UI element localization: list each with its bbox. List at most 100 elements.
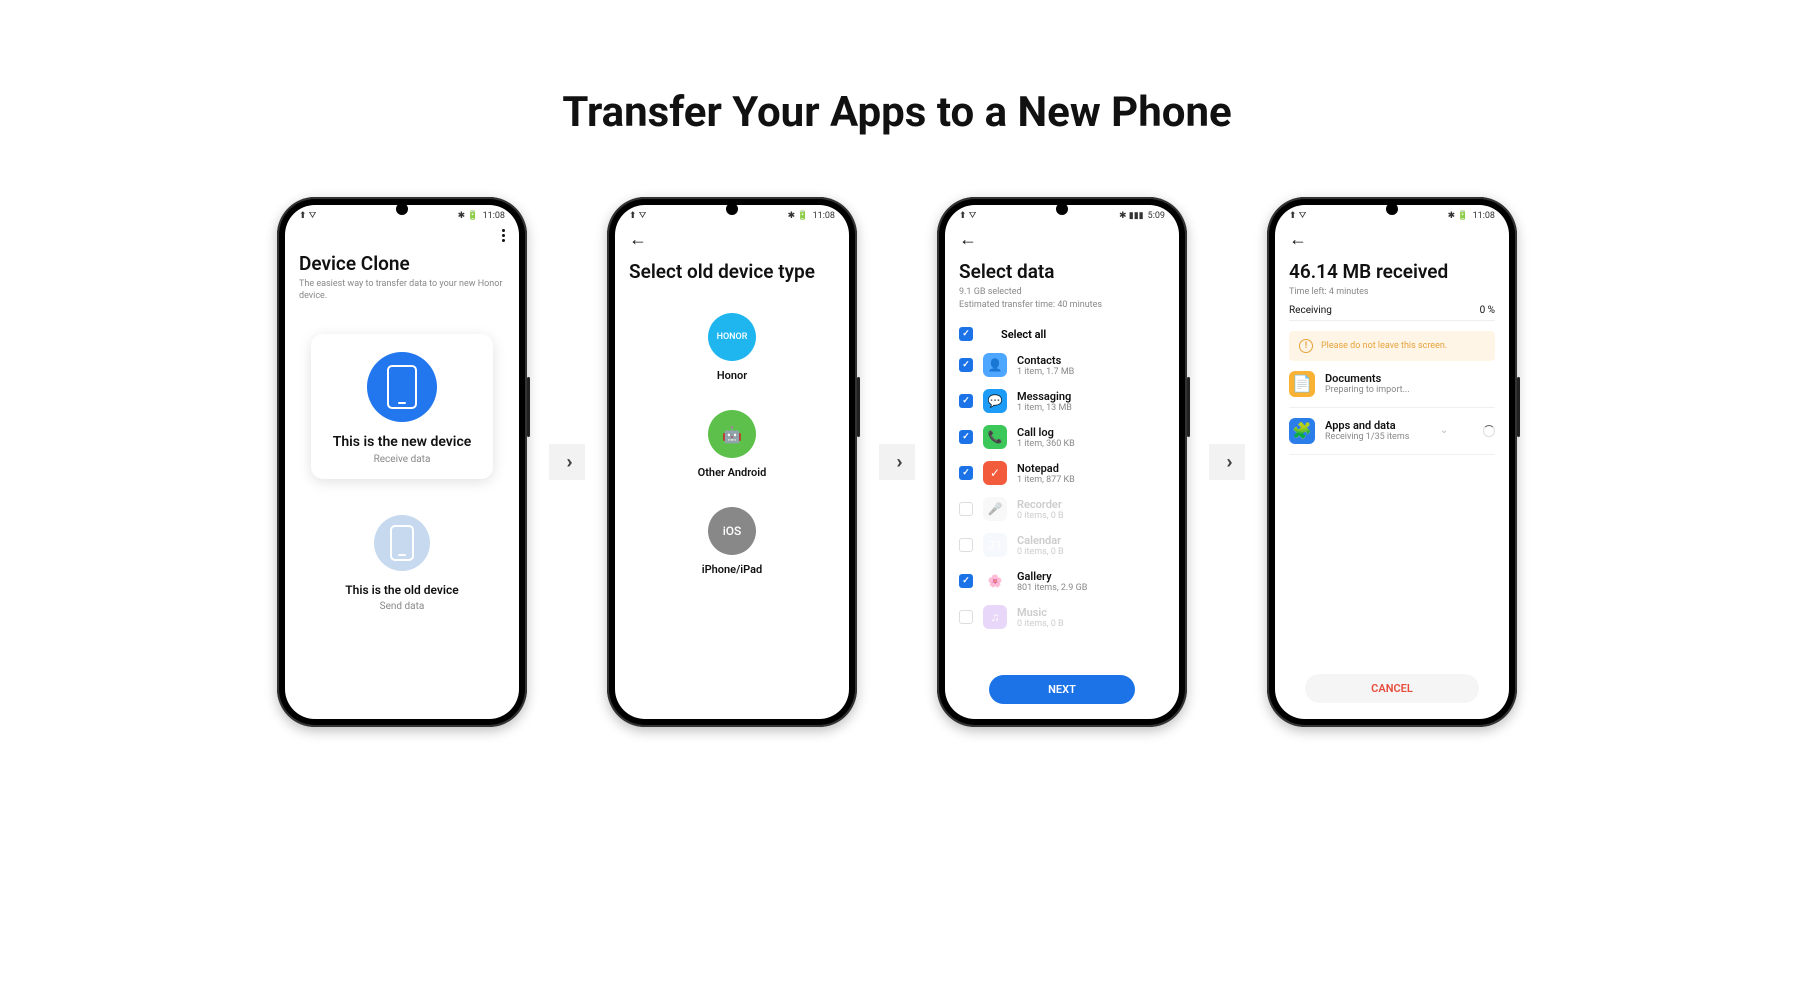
item-detail: 0 items, 0 B xyxy=(1017,511,1064,521)
item-name: Recorder xyxy=(1017,498,1064,511)
screen3-size: 9.1 GB selected xyxy=(959,287,1165,299)
new-device-sub: Receive data xyxy=(321,454,483,465)
item-detail: 1 item, 360 KB xyxy=(1017,439,1075,449)
cancel-button[interactable]: CANCEL xyxy=(1305,674,1479,703)
list-item[interactable]: 31 Calendar 0 items, 0 B xyxy=(959,527,1165,563)
item-name: Music xyxy=(1017,606,1064,619)
item-name: Apps and data xyxy=(1325,419,1409,432)
new-device-card[interactable]: This is the new device Receive data xyxy=(311,334,493,479)
app-icon: ♫ xyxy=(983,605,1007,629)
screen2-title: Select old device type xyxy=(629,260,835,283)
app-icon: 👤 xyxy=(983,353,1007,377)
warning-icon: ! xyxy=(1299,339,1313,353)
phone-frame-3: ⬆ ⛛ ✱ ▮▮▮ 5:09 ← Select data 9.1 GB sele… xyxy=(937,197,1187,727)
back-icon[interactable]: ← xyxy=(959,229,977,250)
select-all-label: Select all xyxy=(1001,328,1046,341)
item-detail: 0 items, 0 B xyxy=(1017,619,1064,629)
app-icon: 🌸 xyxy=(983,569,1007,593)
checkbox[interactable] xyxy=(959,502,973,516)
page-title: Transfer Your Apps to a New Phone xyxy=(0,0,1794,137)
checkbox[interactable] xyxy=(959,574,973,588)
warning-text: Please do not leave this screen. xyxy=(1321,341,1447,351)
arrow-icon: ››› xyxy=(1209,444,1245,480)
ios-label: iPhone/iPad xyxy=(629,563,835,576)
receiving-item[interactable]: 📄 Documents Preparing to import... xyxy=(1289,361,1495,408)
phone-frame-4: ⬆ ⛛ ✱ 🔋 11:08 ← 46.14 MB received Time l… xyxy=(1267,197,1517,727)
receiving-item[interactable]: 🧩 Apps and data Receiving 1/35 items ⌄ xyxy=(1289,408,1495,455)
item-name: Messaging xyxy=(1017,390,1072,403)
old-device-sub: Send data xyxy=(299,601,505,612)
item-name: Documents xyxy=(1325,372,1410,385)
item-name: Gallery xyxy=(1017,570,1087,583)
screen-4: ⬆ ⛛ ✱ 🔋 11:08 ← 46.14 MB received Time l… xyxy=(1275,205,1509,719)
checkbox[interactable] xyxy=(959,610,973,624)
next-button[interactable]: NEXT xyxy=(989,675,1135,704)
list-item[interactable]: 🌸 Gallery 801 items, 2.9 GB xyxy=(959,563,1165,599)
screen1-subtitle: The easiest way to transfer data to your… xyxy=(299,279,505,302)
old-device-icon xyxy=(374,515,430,571)
screen-2: ⬆ ⛛ ✱ 🔋 11:08 ← Select old device type H… xyxy=(615,205,849,719)
back-icon[interactable]: ← xyxy=(1289,229,1307,250)
screen4-timeleft: Time left: 4 minutes xyxy=(1289,287,1495,299)
new-device-icon xyxy=(367,352,437,422)
item-detail: Receiving 1/35 items xyxy=(1325,432,1409,442)
ios-icon: iOS xyxy=(708,507,756,555)
list-item[interactable]: 📞 Call log 1 item, 360 KB xyxy=(959,419,1165,455)
receiving-label: Receiving xyxy=(1289,305,1332,316)
list-item[interactable]: 💬 Messaging 1 item, 13 MB xyxy=(959,383,1165,419)
honor-icon: HONOR xyxy=(708,313,756,361)
app-icon: 📞 xyxy=(983,425,1007,449)
warning-banner: ! Please do not leave this screen. xyxy=(1289,331,1495,361)
phone-frame-1: ⬆ ⛛ ✱ 🔋 11:08 Device Clone The easiest w… xyxy=(277,197,527,727)
back-icon[interactable]: ← xyxy=(629,229,647,250)
list-item[interactable]: 🎤 Recorder 0 items, 0 B xyxy=(959,491,1165,527)
honor-label: Honor xyxy=(629,369,835,382)
more-menu-icon[interactable] xyxy=(502,229,505,242)
list-item[interactable]: ✓ Notepad 1 item, 877 KB xyxy=(959,455,1165,491)
screen-1: ⬆ ⛛ ✱ 🔋 11:08 Device Clone The easiest w… xyxy=(285,205,519,719)
item-name: Notepad xyxy=(1017,462,1075,475)
camera-notch xyxy=(396,203,408,215)
item-detail: 801 items, 2.9 GB xyxy=(1017,583,1087,593)
device-option-honor[interactable]: HONOR Honor xyxy=(629,313,835,382)
app-icon: 🎤 xyxy=(983,497,1007,521)
item-detail: 1 item, 877 KB xyxy=(1017,475,1075,485)
new-device-title: This is the new device xyxy=(321,434,483,450)
old-device-title: This is the old device xyxy=(299,583,505,597)
phone-row: ⬆ ⛛ ✱ 🔋 11:08 Device Clone The easiest w… xyxy=(0,197,1794,727)
checkbox[interactable] xyxy=(959,394,973,408)
list-item[interactable]: ♫ Music 0 items, 0 B xyxy=(959,599,1165,635)
android-icon: 🤖 xyxy=(708,410,756,458)
item-detail: 1 item, 1.7 MB xyxy=(1017,367,1074,377)
data-list: 👤 Contacts 1 item, 1.7 MB 💬 Messaging 1 … xyxy=(959,347,1165,667)
checkbox[interactable] xyxy=(959,466,973,480)
checkbox[interactable] xyxy=(959,538,973,552)
item-name: Call log xyxy=(1017,426,1075,439)
old-device-card[interactable]: This is the old device Send data xyxy=(299,515,505,612)
camera-notch xyxy=(726,203,738,215)
device-option-android[interactable]: 🤖 Other Android xyxy=(629,410,835,479)
checkbox[interactable] xyxy=(959,358,973,372)
app-icon: 31 xyxy=(983,533,1007,557)
item-detail: Preparing to import... xyxy=(1325,385,1410,395)
item-detail: 1 item, 13 MB xyxy=(1017,403,1072,413)
checkbox[interactable] xyxy=(959,430,973,444)
chevron-down-icon: ⌄ xyxy=(1440,425,1448,436)
screen-3: ⬆ ⛛ ✱ ▮▮▮ 5:09 ← Select data 9.1 GB sele… xyxy=(945,205,1179,719)
category-icon: 📄 xyxy=(1289,371,1315,397)
camera-notch xyxy=(1056,203,1068,215)
camera-notch xyxy=(1386,203,1398,215)
item-detail: 0 items, 0 B xyxy=(1017,547,1064,557)
checkbox-select-all[interactable] xyxy=(959,327,973,341)
device-option-ios[interactable]: iOS iPhone/iPad xyxy=(629,507,835,576)
screen3-eta: Estimated transfer time: 40 minutes xyxy=(959,300,1165,312)
item-name: Calendar xyxy=(1017,534,1064,547)
receiving-list: 📄 Documents Preparing to import... 🧩 App… xyxy=(1289,361,1495,455)
spinner-icon xyxy=(1483,425,1495,437)
receiving-percent: 0 % xyxy=(1480,305,1495,316)
phone-frame-2: ⬆ ⛛ ✱ 🔋 11:08 ← Select old device type H… xyxy=(607,197,857,727)
screen4-title: 46.14 MB received xyxy=(1289,260,1495,283)
list-item[interactable]: 👤 Contacts 1 item, 1.7 MB xyxy=(959,347,1165,383)
app-icon: 💬 xyxy=(983,389,1007,413)
category-icon: 🧩 xyxy=(1289,418,1315,444)
